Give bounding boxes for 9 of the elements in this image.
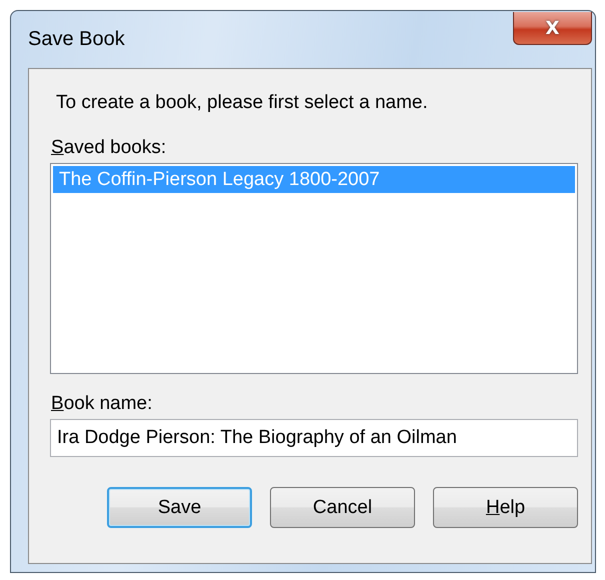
save-button[interactable]: Save <box>107 487 252 528</box>
close-button[interactable]: X <box>513 12 592 45</box>
field-label: Book name: <box>51 393 154 415</box>
help-button[interactable]: Help <box>433 487 578 528</box>
book-name-field[interactable]: Ira Dodge Pierson: The Biography of an Oilman <box>50 419 578 457</box>
cancel-button[interactable]: Cancel <box>270 487 415 528</box>
list-label: Saved books: <box>51 137 168 159</box>
window-title: Save Book <box>28 28 125 51</box>
instruction-text: To create a book, please first select a name. <box>56 92 429 114</box>
